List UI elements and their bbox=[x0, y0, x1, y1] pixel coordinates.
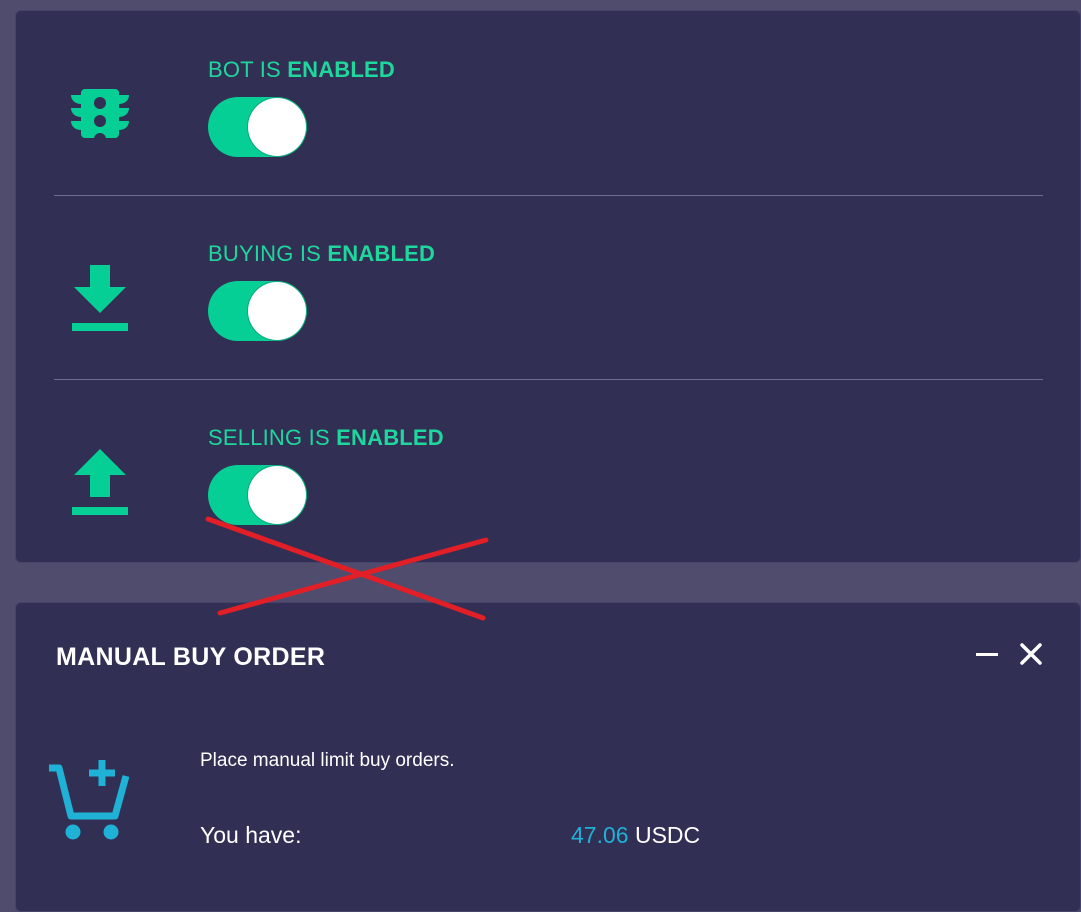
balance-currency: USDC bbox=[634, 822, 701, 848]
selling-toggle-row: SELLING IS ENABLED bbox=[16, 379, 1080, 563]
selling-toggle[interactable] bbox=[208, 465, 307, 525]
toggle-knob bbox=[248, 466, 306, 524]
minimize-icon[interactable] bbox=[972, 639, 1002, 669]
manual-buy-order-panel: MANUAL BUY ORDER Place manual limit buy … bbox=[15, 602, 1081, 912]
upload-icon bbox=[72, 449, 128, 515]
cart-plus-icon bbox=[49, 760, 130, 840]
balance-label: You have: bbox=[200, 822, 302, 848]
panel-description: Place manual limit buy orders. bbox=[200, 750, 455, 771]
selling-status-value: ENABLED bbox=[336, 425, 444, 450]
balance-value: 47.06 USDC bbox=[571, 822, 700, 849]
panel-title: MANUAL BUY ORDER bbox=[56, 643, 326, 671]
traffic-light-icon bbox=[71, 89, 129, 145]
balance-amount: 47.06 bbox=[571, 822, 629, 848]
bot-status-label: BOT IS ENABLED bbox=[208, 57, 395, 82]
buying-status-label: BUYING IS ENABLED bbox=[208, 241, 436, 266]
download-icon bbox=[72, 265, 128, 331]
bot-toggle[interactable] bbox=[208, 97, 307, 157]
buying-toggle[interactable] bbox=[208, 281, 307, 341]
buying-toggle-row: BUYING IS ENABLED bbox=[16, 195, 1080, 379]
settings-panel: BOT IS ENABLED BUYING IS ENABLED SELLING… bbox=[15, 10, 1081, 563]
close-icon[interactable] bbox=[1016, 639, 1046, 669]
buying-status-value: ENABLED bbox=[327, 241, 436, 266]
toggle-knob bbox=[248, 282, 306, 340]
toggle-knob bbox=[248, 98, 306, 156]
bot-status-value: ENABLED bbox=[287, 57, 395, 82]
bot-toggle-row: BOT IS ENABLED bbox=[16, 11, 1080, 195]
selling-status-label: SELLING IS ENABLED bbox=[208, 425, 444, 450]
